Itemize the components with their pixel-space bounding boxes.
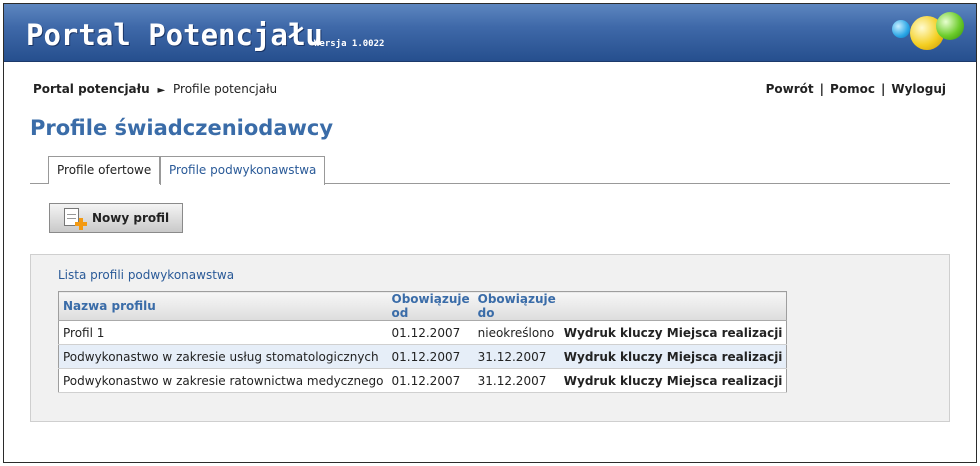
breadcrumb: Portal potencjału ► Profile potencjału <box>33 82 277 96</box>
page-title: Profile świadczeniodawcy <box>30 116 334 140</box>
locations-link[interactable]: Miejsca realizacji <box>667 374 783 388</box>
cell-from: 01.12.2007 <box>387 368 474 393</box>
print-keys-link[interactable]: Wydruk kluczy <box>564 350 663 364</box>
column-header-actions <box>559 291 787 321</box>
tab-bar: Profile ofertowe Profile podwykonawstwa <box>30 156 950 185</box>
table-header-row: Nazwa profilu Obowiązuje od Obowiązuje d… <box>58 291 787 321</box>
print-keys-link[interactable]: Wydruk kluczy <box>564 374 663 388</box>
cell-to: 31.12.2007 <box>473 344 560 369</box>
cell-actions: Wydruk kluczy Miejsca realizacji <box>559 320 787 345</box>
cell-actions: Wydruk kluczy Miejsca realizacji <box>559 344 787 369</box>
logo-bubbles-icon <box>886 10 966 56</box>
cell-actions: Wydruk kluczy Miejsca realizacji <box>559 368 787 393</box>
header-banner: Portal Potencjału Wersja 1.0022 <box>4 4 976 62</box>
cell-name: Profil 1 <box>58 320 388 345</box>
breadcrumb-root-link[interactable]: Portal potencjału <box>33 82 150 96</box>
back-link[interactable]: Powrót <box>766 82 814 96</box>
top-links: Powrót | Pomoc | Wyloguj <box>766 82 946 96</box>
breadcrumb-current: Profile potencjału <box>173 82 278 96</box>
print-keys-link[interactable]: Wydruk kluczy <box>564 326 663 340</box>
locations-link[interactable]: Miejsca realizacji <box>667 326 783 340</box>
cell-name: Podwykonastwo w zakresie ratownictwa med… <box>58 368 388 393</box>
link-separator: | <box>819 82 825 96</box>
link-separator: | <box>880 82 886 96</box>
help-link[interactable]: Pomoc <box>830 82 875 96</box>
cell-name: Podwykonastwo w zakresie usług stomatolo… <box>58 344 388 369</box>
app-version: Wersja 1.0022 <box>314 39 385 49</box>
locations-link[interactable]: Miejsca realizacji <box>667 350 783 364</box>
table-row[interactable]: Profil 1 01.12.2007 nieokreślono Wydruk … <box>58 320 787 345</box>
new-profile-button[interactable]: Nowy profil <box>49 203 183 233</box>
table-row[interactable]: Podwykonastwo w zakresie ratownictwa med… <box>58 368 787 393</box>
new-profile-label: Nowy profil <box>92 211 170 225</box>
column-header-name[interactable]: Nazwa profilu <box>58 291 388 321</box>
profile-list-panel: Lista profili podwykonawstwa Nazwa profi… <box>30 254 950 422</box>
app-title: Portal Potencjału <box>26 18 323 52</box>
app-window: Portal Potencjału Wersja 1.0022 Portal p… <box>3 3 977 463</box>
breadcrumb-arrow-icon: ► <box>157 85 166 96</box>
profile-table: Nazwa profilu Obowiązuje od Obowiązuje d… <box>58 291 788 393</box>
list-title: Lista profili podwykonawstwa <box>58 268 235 282</box>
tab-profile-podwykonawstwa[interactable]: Profile podwykonawstwa <box>160 156 326 185</box>
cell-from: 01.12.2007 <box>387 344 474 369</box>
cell-from: 01.12.2007 <box>387 320 474 345</box>
column-header-from[interactable]: Obowiązuje od <box>387 291 474 321</box>
cell-to: nieokreślono <box>473 320 560 345</box>
logout-link[interactable]: Wyloguj <box>891 82 946 96</box>
table-row[interactable]: Podwykonastwo w zakresie usług stomatolo… <box>58 344 787 369</box>
add-document-icon <box>64 208 87 230</box>
cell-to: 31.12.2007 <box>473 368 560 393</box>
tab-profile-ofertowe[interactable]: Profile ofertowe <box>48 156 161 184</box>
column-header-to[interactable]: Obowiązuje do <box>473 291 560 321</box>
